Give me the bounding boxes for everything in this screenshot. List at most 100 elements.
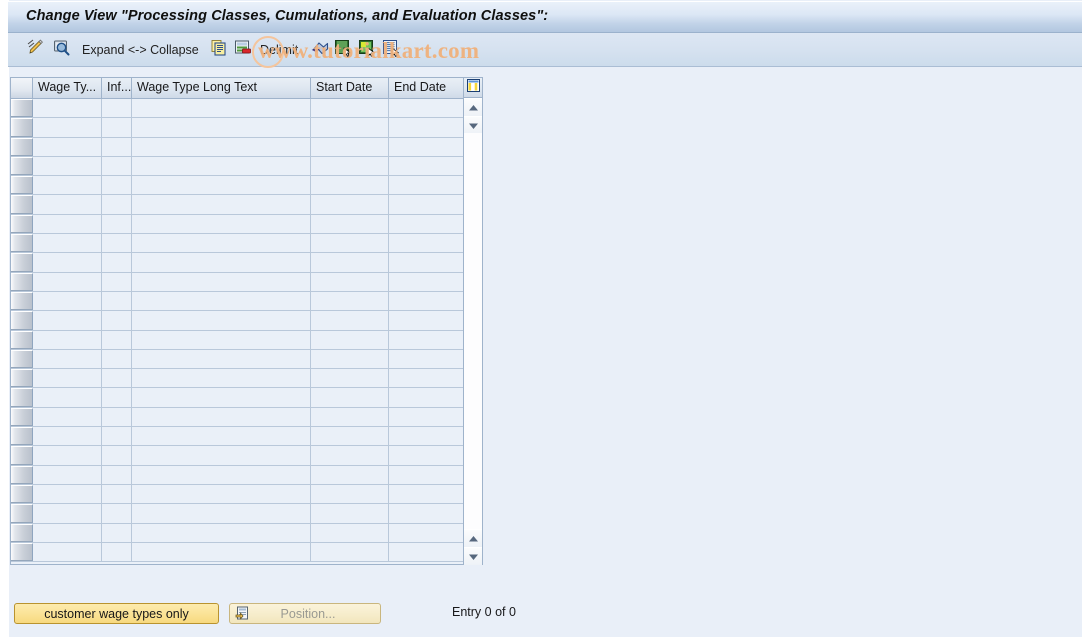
table-cell-wage-type-long-text[interactable] xyxy=(132,234,311,253)
row-selector[interactable] xyxy=(11,523,33,542)
column-header-wage-type[interactable]: Wage Ty... xyxy=(33,78,102,98)
table-cell-wage-type-long-text[interactable] xyxy=(132,465,311,484)
table-cell-end-date[interactable] xyxy=(389,446,463,465)
table-cell-infotype[interactable] xyxy=(102,542,132,562)
table-row[interactable] xyxy=(11,195,482,215)
table-cell-infotype[interactable] xyxy=(102,272,132,291)
table-cell-end-date[interactable] xyxy=(389,369,463,388)
table-cell-end-date[interactable] xyxy=(389,99,463,118)
row-selector[interactable] xyxy=(11,330,33,349)
table-cell-infotype[interactable] xyxy=(102,369,132,388)
table-cell-wage-type-long-text[interactable] xyxy=(132,176,311,195)
table-cell-start-date[interactable] xyxy=(311,427,389,446)
table-cell-wage-type[interactable] xyxy=(33,234,102,253)
table-row[interactable] xyxy=(11,234,482,254)
table-row[interactable] xyxy=(11,214,482,235)
table-cell-wage-type[interactable] xyxy=(33,214,102,234)
table-cell-end-date[interactable] xyxy=(389,234,463,253)
table-cell-start-date[interactable] xyxy=(311,388,389,407)
customer-wage-types-only-button[interactable]: customer wage types only xyxy=(14,603,219,624)
table-row[interactable] xyxy=(11,311,482,331)
table-cell-end-date[interactable] xyxy=(389,176,463,195)
table-cell-wage-type[interactable] xyxy=(33,542,102,562)
table-cell-wage-type[interactable] xyxy=(33,465,102,484)
table-row[interactable] xyxy=(11,99,482,119)
table-row[interactable] xyxy=(11,542,482,563)
table-cell-infotype[interactable] xyxy=(102,195,132,214)
column-header-infotype[interactable]: Inf... xyxy=(102,78,132,98)
row-selector[interactable] xyxy=(11,156,33,176)
row-selector[interactable] xyxy=(11,272,33,291)
table-cell-end-date[interactable] xyxy=(389,504,463,523)
table-cell-infotype[interactable] xyxy=(102,523,132,542)
table-cell-infotype[interactable] xyxy=(102,253,132,272)
table-cell-wage-type[interactable] xyxy=(33,311,102,330)
row-selector[interactable] xyxy=(11,446,33,465)
table-cell-end-date[interactable] xyxy=(389,407,463,427)
scroll-page-up-button[interactable] xyxy=(464,117,482,134)
table-cell-start-date[interactable] xyxy=(311,214,389,234)
row-selector[interactable] xyxy=(11,214,33,234)
table-cell-end-date[interactable] xyxy=(389,465,463,484)
row-selector[interactable] xyxy=(11,234,33,253)
table-cell-wage-type[interactable] xyxy=(33,272,102,291)
row-selector[interactable] xyxy=(11,195,33,214)
table-cell-infotype[interactable] xyxy=(102,349,132,369)
table-row[interactable] xyxy=(11,156,482,177)
table-cell-end-date[interactable] xyxy=(389,156,463,176)
table-row[interactable] xyxy=(11,407,482,428)
table-cell-infotype[interactable] xyxy=(102,311,132,330)
table-row[interactable] xyxy=(11,427,482,447)
table-cell-wage-type-long-text[interactable] xyxy=(132,330,311,349)
table-cell-wage-type-long-text[interactable] xyxy=(132,99,311,118)
table-cell-wage-type[interactable] xyxy=(33,504,102,523)
table-row[interactable] xyxy=(11,118,482,138)
table-cell-wage-type-long-text[interactable] xyxy=(132,118,311,137)
row-selector[interactable] xyxy=(11,253,33,272)
column-config-button[interactable] xyxy=(464,78,482,98)
table-cell-start-date[interactable] xyxy=(311,311,389,330)
row-selector[interactable] xyxy=(11,407,33,427)
column-header-start-date[interactable]: Start Date xyxy=(311,78,389,98)
table-row[interactable] xyxy=(11,330,482,350)
column-header-end-date[interactable]: End Date xyxy=(389,78,463,98)
table-cell-wage-type[interactable] xyxy=(33,330,102,349)
row-selector[interactable] xyxy=(11,542,33,562)
table-cell-end-date[interactable] xyxy=(389,214,463,234)
table-row[interactable] xyxy=(11,504,482,524)
table-cell-infotype[interactable] xyxy=(102,407,132,427)
delimit-button[interactable]: Delimit xyxy=(260,38,298,62)
scroll-down-button[interactable] xyxy=(464,548,482,565)
undo-button[interactable] xyxy=(310,38,330,62)
scroll-up-button[interactable] xyxy=(464,99,482,116)
table-cell-infotype[interactable] xyxy=(102,234,132,253)
table-cell-end-date[interactable] xyxy=(389,311,463,330)
select-all-button[interactable] xyxy=(358,38,376,62)
table-cell-wage-type-long-text[interactable] xyxy=(132,272,311,291)
table-row[interactable] xyxy=(11,291,482,312)
table-cell-infotype[interactable] xyxy=(102,465,132,484)
table-row[interactable] xyxy=(11,523,482,543)
table-cell-start-date[interactable] xyxy=(311,465,389,484)
table-cell-start-date[interactable] xyxy=(311,156,389,176)
table-cell-wage-type[interactable] xyxy=(33,369,102,388)
table-cell-end-date[interactable] xyxy=(389,388,463,407)
table-cell-infotype[interactable] xyxy=(102,156,132,176)
table-row[interactable] xyxy=(11,137,482,157)
table-cell-start-date[interactable] xyxy=(311,330,389,349)
table-cell-wage-type[interactable] xyxy=(33,349,102,369)
table-cell-infotype[interactable] xyxy=(102,118,132,137)
table-cell-wage-type-long-text[interactable] xyxy=(132,253,311,272)
column-header-wage-type-long-text[interactable]: Wage Type Long Text xyxy=(132,78,311,98)
table-row[interactable] xyxy=(11,388,482,408)
table-cell-start-date[interactable] xyxy=(311,291,389,311)
table-cell-start-date[interactable] xyxy=(311,176,389,195)
table-cell-end-date[interactable] xyxy=(389,349,463,369)
table-cell-infotype[interactable] xyxy=(102,504,132,523)
table-cell-wage-type[interactable] xyxy=(33,523,102,542)
table-cell-start-date[interactable] xyxy=(311,407,389,427)
table-row[interactable] xyxy=(11,176,482,196)
table-cell-wage-type-long-text[interactable] xyxy=(132,195,311,214)
table-cell-wage-type[interactable] xyxy=(33,99,102,118)
table-cell-infotype[interactable] xyxy=(102,176,132,195)
